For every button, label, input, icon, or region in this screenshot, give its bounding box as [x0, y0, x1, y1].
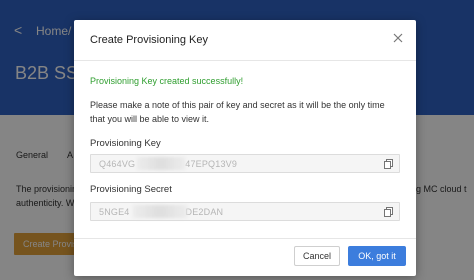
provisioning-key-label: Provisioning Key — [90, 138, 161, 149]
note-text-line1: Please make a note of this pair of key a… — [90, 100, 385, 110]
dialog-footer-divider — [74, 238, 416, 239]
note-text-line2: that you will be able to view it. — [90, 114, 210, 124]
cancel-button[interactable]: Cancel — [294, 246, 340, 266]
provisioning-secret-field[interactable]: 5NGE4 DE2DAN — [90, 202, 400, 221]
create-provisioning-key-dialog: Create Provisioning Key Provisioning Key… — [74, 20, 416, 276]
provisioning-secret-value-start: 5NGE4 — [99, 207, 130, 217]
close-icon[interactable] — [392, 32, 404, 44]
provisioning-key-value-end: 47EPQ13V9 — [185, 159, 238, 169]
copy-icon[interactable] — [384, 159, 393, 169]
provisioning-secret-value-end: DE2DAN — [185, 207, 224, 217]
ok-got-it-button[interactable]: OK, got it — [348, 246, 406, 266]
provisioning-key-field[interactable]: Q464VG 47EPQ13V9 — [90, 154, 400, 173]
redaction-blur — [133, 205, 187, 218]
copy-icon[interactable] — [384, 207, 393, 217]
redaction-blur — [137, 157, 185, 170]
success-message: Provisioning Key created successfully! — [90, 76, 244, 86]
provisioning-key-value-start: Q464VG — [99, 159, 136, 169]
dialog-title: Create Provisioning Key — [90, 34, 209, 46]
dialog-header-divider — [74, 60, 416, 61]
provisioning-secret-label: Provisioning Secret — [90, 184, 172, 195]
